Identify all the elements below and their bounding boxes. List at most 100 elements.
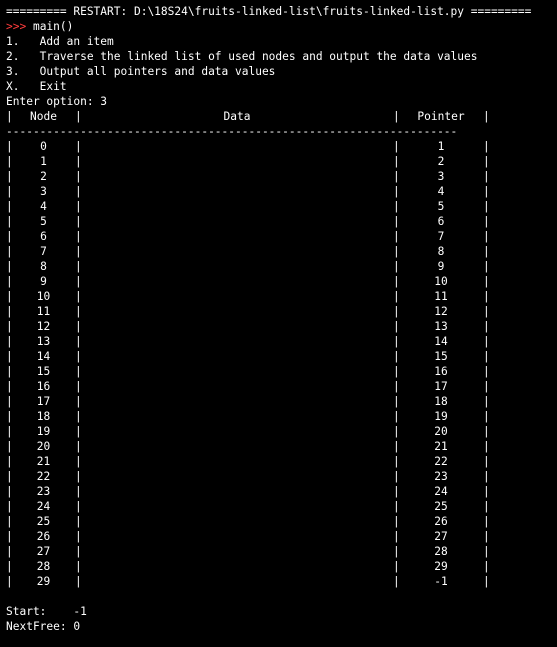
node-pointer: 5 [437, 200, 445, 213]
previous-output-fragment: ... [6, 0, 557, 4]
table-body: | 0 | | 1 | | 1 | | 2 | | 2 | | 3 | | 3 | | 4 | | 4 | | 5 | | 5 | | 6 | | 6 | |… [6, 139, 557, 589]
node-index: 29 [36, 575, 51, 588]
node-data [81, 259, 393, 274]
column-divider: | [483, 320, 490, 333]
node-index: 8 [40, 260, 47, 273]
table-row: | 29 | | -1 | [6, 574, 557, 589]
menu-item-add: 1. Add an item [6, 35, 114, 48]
node-index: 18 [36, 410, 51, 423]
table-row: | 12 | | 13 | [6, 319, 557, 334]
column-divider: | [483, 425, 490, 438]
node-data [81, 439, 393, 454]
node-index: 11 [36, 305, 51, 318]
node-index: 6 [40, 230, 47, 243]
column-divider: | [483, 185, 490, 198]
node-index: 22 [36, 470, 51, 483]
node-pointer: 4 [437, 185, 445, 198]
table-row: | 15 | | 16 | [6, 364, 557, 379]
column-divider: | [483, 440, 490, 453]
node-data [81, 424, 393, 439]
node-index: 14 [36, 350, 51, 363]
node-index: 25 [36, 515, 51, 528]
node-pointer: 6 [437, 215, 445, 228]
node-index: 1 [40, 155, 47, 168]
table-row: | 4 | | 5 | [6, 199, 557, 214]
node-pointer: 25 [434, 500, 448, 513]
column-divider: | [483, 500, 490, 513]
column-divider: | [483, 350, 490, 363]
column-divider: | [483, 410, 490, 423]
node-index: 4 [40, 200, 47, 213]
table-row: | 11 | | 12 | [6, 304, 557, 319]
node-data [81, 409, 393, 424]
node-data [81, 529, 393, 544]
node-data [81, 514, 393, 529]
node-data [81, 214, 393, 229]
table-row: | 8 | | 9 | [6, 259, 557, 274]
node-data [81, 289, 393, 304]
input-prompt-line: Enter option: 3 [6, 95, 108, 108]
column-divider: | [483, 515, 490, 528]
node-index: 26 [36, 530, 51, 543]
menu-item-exit: X. Exit [6, 80, 67, 93]
column-divider: | [483, 200, 490, 213]
column-divider: | [483, 380, 490, 393]
node-index: 23 [36, 485, 51, 498]
node-data [81, 244, 393, 259]
node-index: 17 [36, 395, 51, 408]
column-divider: | [483, 305, 490, 318]
node-index: 0 [40, 140, 47, 153]
column-divider: | [483, 170, 490, 183]
node-pointer: 11 [434, 290, 448, 303]
table-row: | 2 | | 3 | [6, 169, 557, 184]
node-index: 15 [36, 365, 51, 378]
node-pointer: 19 [434, 410, 448, 423]
table-row: | 20 | | 21 | [6, 439, 557, 454]
node-data [81, 379, 393, 394]
nextfree-line: NextFree: 0 [6, 619, 557, 634]
node-index: 24 [36, 500, 51, 513]
table-row: | 3 | | 4 | [6, 184, 557, 199]
column-divider: | [483, 155, 490, 168]
node-data [81, 304, 393, 319]
node-data [81, 364, 393, 379]
node-pointer: 18 [434, 395, 448, 408]
node-index: 21 [36, 455, 51, 468]
node-index: 27 [36, 545, 51, 558]
node-pointer: 10 [434, 275, 448, 288]
column-divider: | [483, 530, 490, 543]
table-separator: ----------------------------------------… [6, 125, 458, 138]
start-value: -1 [73, 605, 87, 618]
column-divider: | [483, 275, 490, 288]
table-row: | 17 | | 18 | [6, 394, 557, 409]
node-data [81, 139, 393, 154]
node-index: 13 [36, 335, 51, 348]
node-pointer: 12 [434, 305, 448, 318]
node-pointer: 13 [434, 320, 448, 333]
command-line: >>> main() [6, 19, 557, 34]
node-pointer: -1 [434, 575, 448, 588]
table-row: | 5 | | 6 | [6, 214, 557, 229]
python-shell-console[interactable]: ... ========= RESTART: D:\18S24\fruits-l… [0, 0, 557, 647]
node-data [81, 199, 393, 214]
node-pointer: 27 [434, 530, 448, 543]
node-data [81, 274, 393, 289]
node-pointer: 24 [434, 485, 448, 498]
column-divider: | [483, 575, 490, 588]
table-row: | 6 | | 7 | [6, 229, 557, 244]
node-pointer: 29 [434, 560, 448, 573]
node-pointer: 16 [434, 365, 448, 378]
header-node: Node [30, 110, 57, 123]
menu-item-traverse: 2. Traverse the linked list of used node… [6, 50, 478, 63]
table-row: | 26 | | 27 | [6, 529, 557, 544]
table-row: | 27 | | 28 | [6, 544, 557, 559]
column-divider: | [483, 260, 490, 273]
node-pointer: 8 [437, 245, 445, 258]
table-row: | 9 | | 10 | [6, 274, 557, 289]
node-index: 9 [40, 275, 47, 288]
node-pointer: 15 [434, 350, 448, 363]
table-row: | 24 | | 25 | [6, 499, 557, 514]
nextfree-label: NextFree: [6, 620, 67, 633]
column-divider: | [483, 560, 490, 573]
